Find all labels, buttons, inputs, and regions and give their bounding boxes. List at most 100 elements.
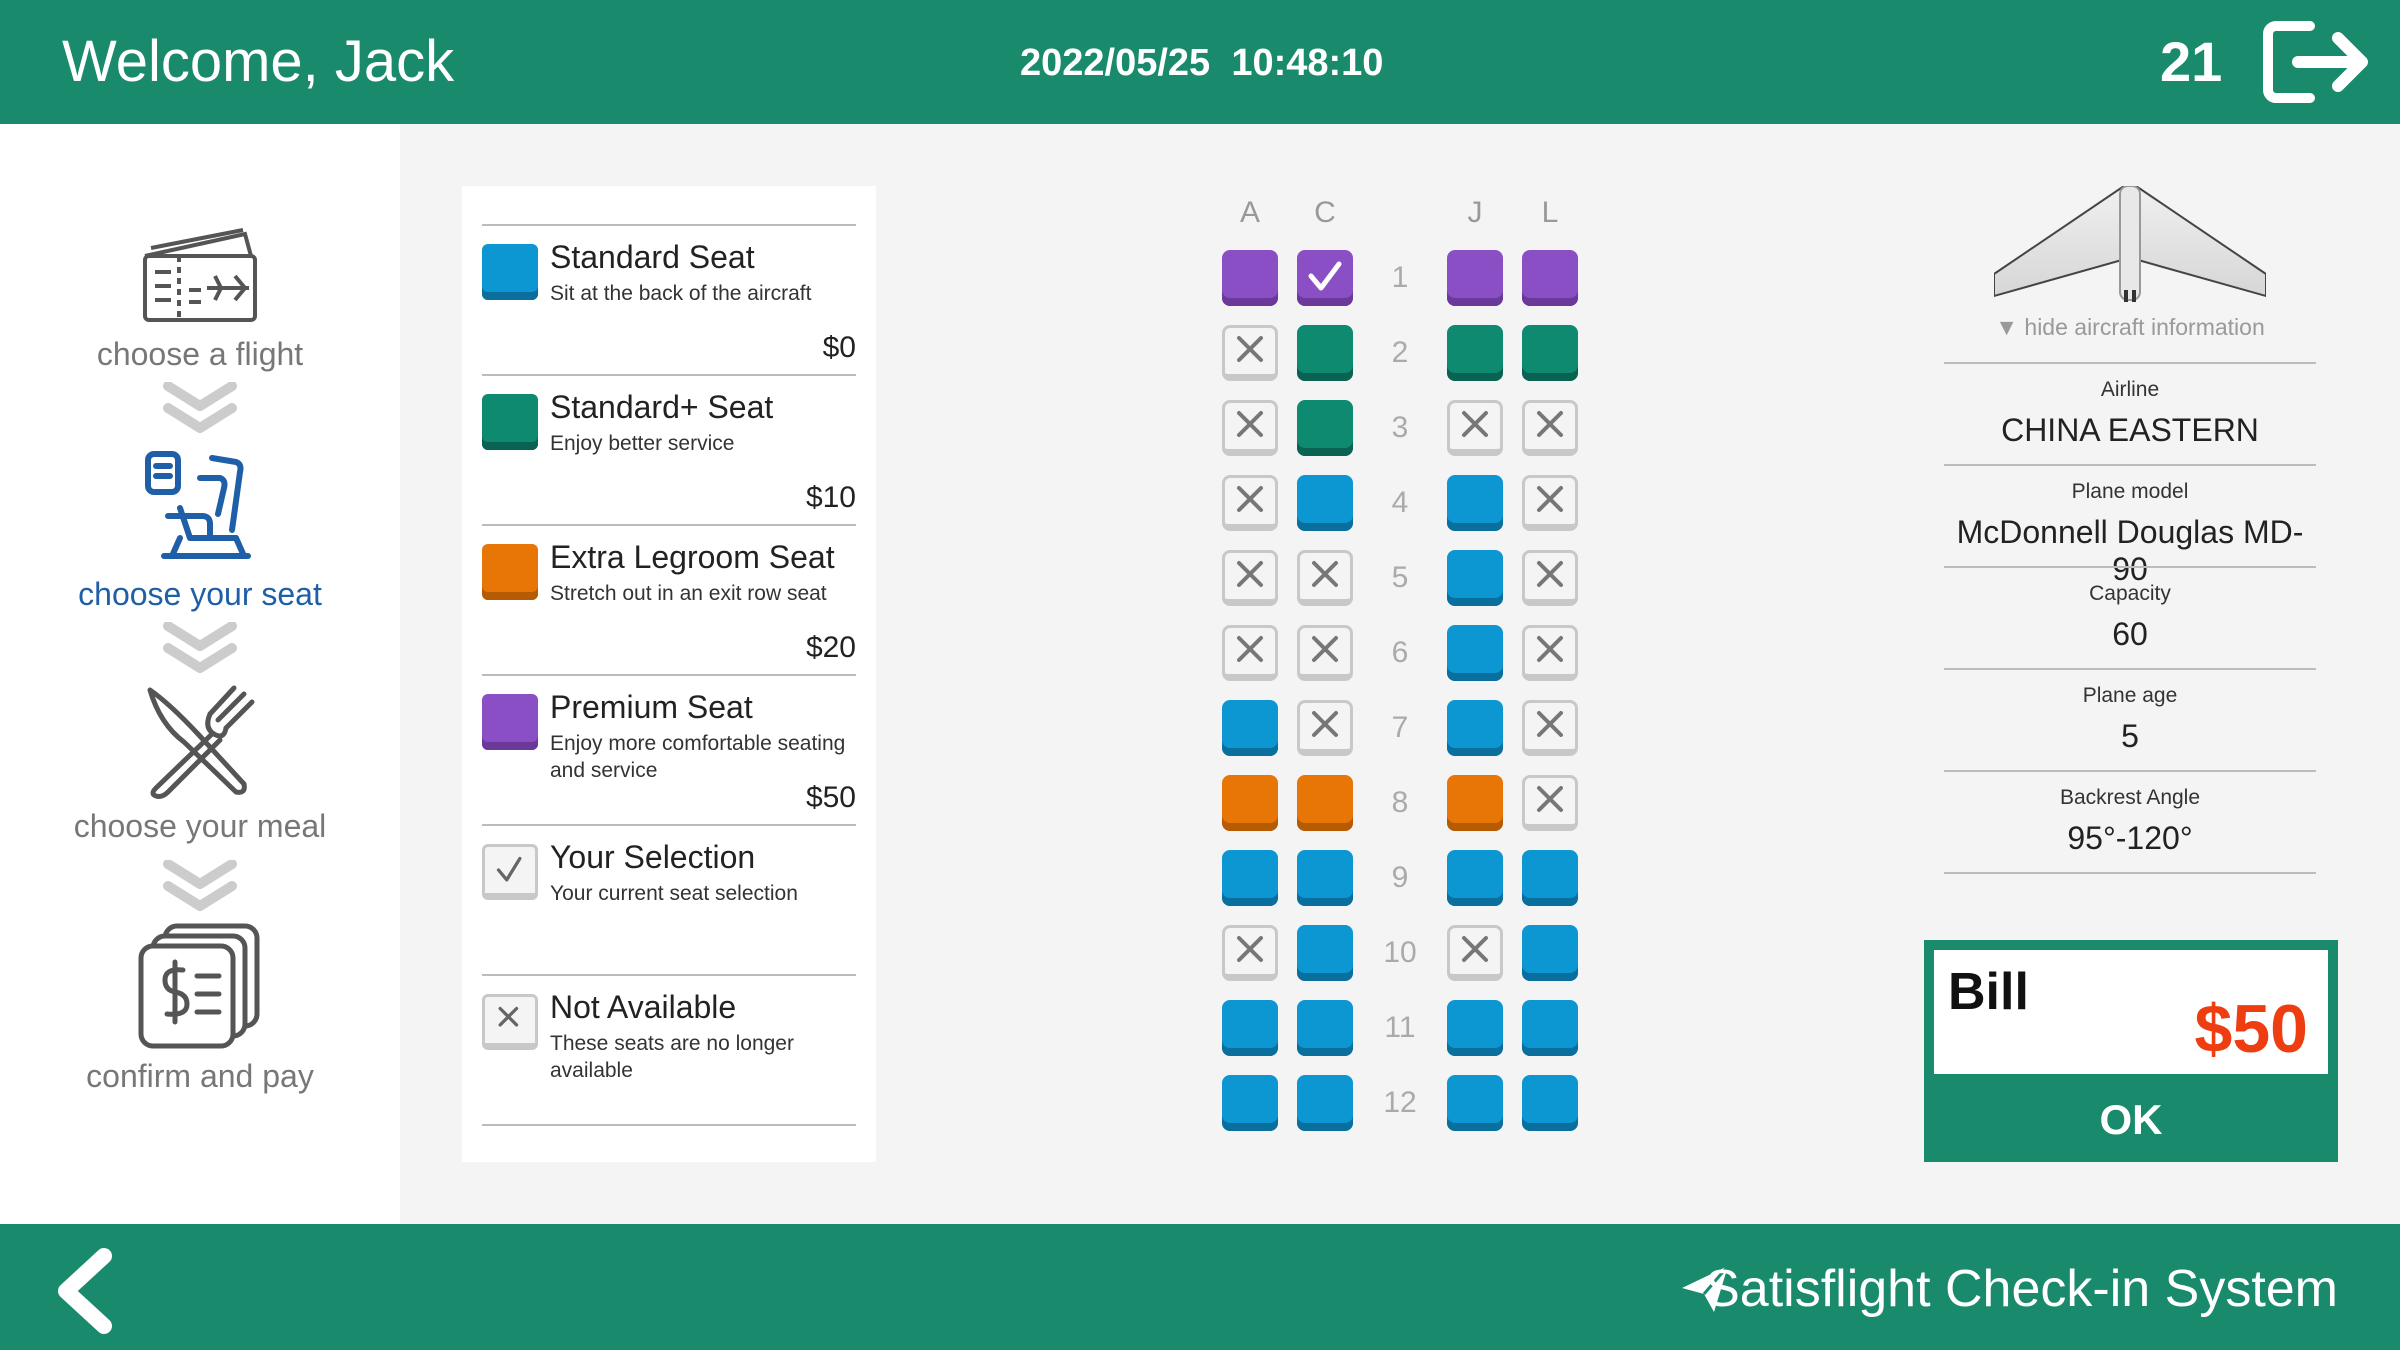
legend-title: Extra Legroom Seat xyxy=(550,539,835,575)
info-divider xyxy=(1944,362,2316,364)
seat-5j[interactable] xyxy=(1447,550,1503,606)
chevron-down-icon xyxy=(163,860,237,911)
legend-desc: Stretch out in an exit row seat xyxy=(550,582,827,605)
step-label: choose your meal xyxy=(73,808,327,844)
seat-1j[interactable] xyxy=(1447,250,1503,306)
seat-12a[interactable] xyxy=(1222,1075,1278,1131)
plane-model-value: McDonnell Douglas MD-90 xyxy=(1956,514,2304,587)
cross-icon xyxy=(1537,711,1563,737)
legend-extra-legroom-seat: Extra Legroom Seat Stretch out in an exi… xyxy=(482,526,856,676)
step-choose-meal[interactable]: choose your meal xyxy=(0,684,400,845)
seat-7j[interactable] xyxy=(1447,700,1503,756)
seat-2l[interactable] xyxy=(1522,325,1578,381)
cross-icon xyxy=(1237,411,1263,437)
plane-age-value: 5 xyxy=(2121,718,2139,754)
column-label-j: J xyxy=(1467,196,1483,229)
bill-icon xyxy=(138,923,260,1049)
seat-12c[interactable] xyxy=(1297,1075,1353,1131)
cross-icon xyxy=(1237,936,1263,962)
seat-8l xyxy=(1522,775,1578,831)
seat-8a[interactable] xyxy=(1222,775,1278,831)
row-label: 6 xyxy=(1391,636,1409,669)
seat-12l[interactable] xyxy=(1522,1075,1578,1131)
step-label: confirm and pay xyxy=(86,1058,314,1094)
seat-2a xyxy=(1222,325,1278,381)
backrest-angle-value: 95°-120° xyxy=(2067,820,2193,856)
extra-legroom-swatch xyxy=(482,544,538,600)
standard-plus-swatch xyxy=(482,394,538,450)
row-label: 1 xyxy=(1391,261,1409,294)
seat-7c xyxy=(1297,700,1353,756)
seat-5c xyxy=(1297,550,1353,606)
info-divider xyxy=(1944,770,2316,772)
cross-icon xyxy=(1462,411,1488,437)
column-label-a: A xyxy=(1239,196,1260,229)
hide-aircraft-info-toggle[interactable]: ▼ hide aircraft information xyxy=(1970,314,2290,341)
logout-icon-graphic xyxy=(2263,21,2368,103)
chevron-down-icon xyxy=(163,622,237,673)
seat-10a xyxy=(1222,925,1278,981)
row-label: 4 xyxy=(1391,486,1409,519)
seat-11c[interactable] xyxy=(1297,1000,1353,1056)
airline-label: Airline xyxy=(2100,378,2160,401)
ok-button[interactable]: OK xyxy=(1924,1078,2338,1162)
seat-2j[interactable] xyxy=(1447,325,1503,381)
seat-1c[interactable] xyxy=(1297,250,1353,306)
seat-icon xyxy=(145,451,251,559)
back-button[interactable] xyxy=(50,1248,120,1334)
cross-icon xyxy=(1237,336,1263,362)
seat-12j[interactable] xyxy=(1447,1075,1503,1131)
premium-swatch xyxy=(482,694,538,750)
row-label: 2 xyxy=(1391,336,1409,369)
logout-icon[interactable] xyxy=(2262,18,2370,106)
seat-7a[interactable] xyxy=(1222,700,1278,756)
row-label: 3 xyxy=(1391,411,1409,444)
plane-model-label: Plane model xyxy=(2071,480,2189,503)
seat-8c[interactable] xyxy=(1297,775,1353,831)
seat-9a[interactable] xyxy=(1222,850,1278,906)
column-label-l: L xyxy=(1541,196,1559,229)
seat-8j[interactable] xyxy=(1447,775,1503,831)
legend-price: $20 xyxy=(805,631,856,664)
cross-icon xyxy=(1537,561,1563,587)
cross-icon xyxy=(1312,561,1338,587)
cross-icon xyxy=(1537,636,1563,662)
row-label: 10 xyxy=(1383,936,1417,969)
seat-3l xyxy=(1522,400,1578,456)
seat-1a[interactable] xyxy=(1222,250,1278,306)
seat-11a[interactable] xyxy=(1222,1000,1278,1056)
seat-legend-panel: Standard Seat Sit at the back of the air… xyxy=(462,186,876,1162)
seat-11j[interactable] xyxy=(1447,1000,1503,1056)
ticket-icon xyxy=(143,228,257,322)
seat-10l[interactable] xyxy=(1522,925,1578,981)
cross-icon xyxy=(1237,486,1263,512)
step-choose-seat[interactable]: choose your seat xyxy=(0,448,400,613)
cross-icon xyxy=(498,1006,519,1027)
seat-9l[interactable] xyxy=(1522,850,1578,906)
seat-9j[interactable] xyxy=(1447,850,1503,906)
seat-2c[interactable] xyxy=(1297,325,1353,381)
row-label: 9 xyxy=(1391,861,1409,894)
airplane-icon xyxy=(1994,186,2266,302)
backrest-angle-label: Backrest Angle xyxy=(2059,786,2201,809)
seat-9c[interactable] xyxy=(1297,850,1353,906)
seat-11l[interactable] xyxy=(1522,1000,1578,1056)
seat-4c[interactable] xyxy=(1297,475,1353,531)
legend-price: $0 xyxy=(822,331,856,364)
seat-1l[interactable] xyxy=(1522,250,1578,306)
bill-panel: Bill $50 OK xyxy=(1924,940,2338,1162)
step-confirm-pay[interactable]: confirm and pay xyxy=(0,920,400,1095)
cross-icon xyxy=(1312,711,1338,737)
capacity-value: 60 xyxy=(2112,616,2148,652)
seat-4j[interactable] xyxy=(1447,475,1503,531)
seat-map: A C J L 1 2 3 4 5 6 7 8 9 10 11 12 xyxy=(1200,186,1600,1146)
seat-4l xyxy=(1522,475,1578,531)
check-icon xyxy=(496,856,522,882)
step-choose-flight[interactable]: choose a flight xyxy=(0,228,400,373)
progress-steps: choose a flight choose your seat choose … xyxy=(0,124,400,1224)
seat-3c[interactable] xyxy=(1297,400,1353,456)
legend-premium-seat: Premium Seat Enjoy more comfortable seat… xyxy=(482,676,856,826)
footer-bar: Satisflight Check-in System xyxy=(0,1224,2400,1350)
seat-10c[interactable] xyxy=(1297,925,1353,981)
seat-6j[interactable] xyxy=(1447,625,1503,681)
